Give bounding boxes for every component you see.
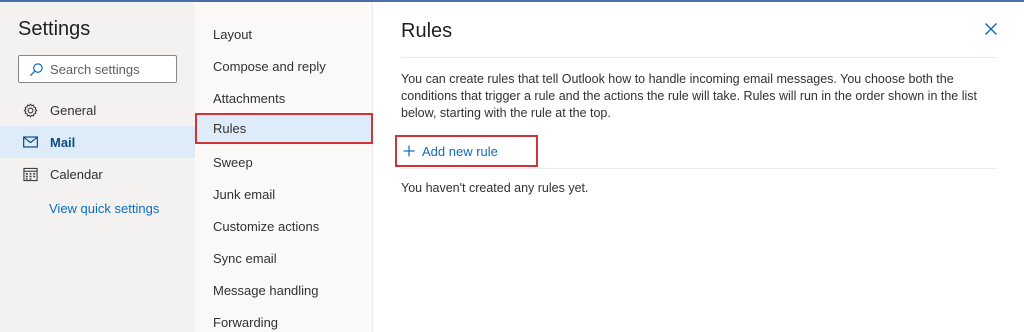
menu-item-message-handling[interactable]: Message handling xyxy=(195,274,373,306)
menu-item-rules[interactable]: Rules xyxy=(195,113,373,144)
settings-title: Settings xyxy=(18,18,91,40)
close-icon[interactable] xyxy=(983,21,999,37)
nav-label-general: General xyxy=(50,102,97,118)
search-input[interactable] xyxy=(50,61,170,77)
calendar-icon xyxy=(22,166,38,182)
menu-item-attachments[interactable]: Attachments xyxy=(195,82,373,114)
search-box[interactable] xyxy=(18,55,177,83)
menu-item-customize-actions[interactable]: Customize actions xyxy=(195,210,373,242)
menu-item-sweep[interactable]: Sweep xyxy=(195,146,373,178)
menu-item-forwarding[interactable]: Forwarding xyxy=(195,306,373,332)
empty-rules-message: You haven't created any rules yet. xyxy=(401,181,589,195)
search-icon xyxy=(30,62,43,76)
nav-item-mail[interactable]: Mail xyxy=(0,126,195,158)
title-divider xyxy=(401,57,997,58)
menu-item-compose-and-reply[interactable]: Compose and reply xyxy=(195,50,373,82)
rules-pane: Rules You can create rules that tell Out… xyxy=(374,2,1024,332)
add-new-rule-label: Add new rule xyxy=(422,143,498,159)
nav-item-calendar[interactable]: Calendar xyxy=(0,158,195,190)
add-new-rule-button[interactable]: Add new rule xyxy=(395,135,538,167)
nav-item-general[interactable]: General xyxy=(0,94,195,126)
gear-icon xyxy=(22,102,38,118)
nav-label-mail: Mail xyxy=(50,134,76,150)
rules-description: You can create rules that tell Outlook h… xyxy=(401,72,977,120)
rules-divider xyxy=(401,168,997,169)
menu-item-sync-email[interactable]: Sync email xyxy=(195,242,373,274)
plus-icon xyxy=(403,145,415,157)
view-quick-settings-link[interactable]: View quick settings xyxy=(49,201,159,216)
menu-item-layout[interactable]: Layout xyxy=(195,18,373,50)
mail-settings-menu: Layout Compose and reply Attachments Rul… xyxy=(195,2,373,332)
settings-window: Settings General xyxy=(0,0,1024,332)
menu-item-junk-email[interactable]: Junk email xyxy=(195,178,373,210)
page-title: Rules xyxy=(401,20,453,42)
nav-label-calendar: Calendar xyxy=(50,166,103,182)
mail-icon xyxy=(22,134,38,150)
settings-left-nav: Settings General xyxy=(0,2,195,332)
